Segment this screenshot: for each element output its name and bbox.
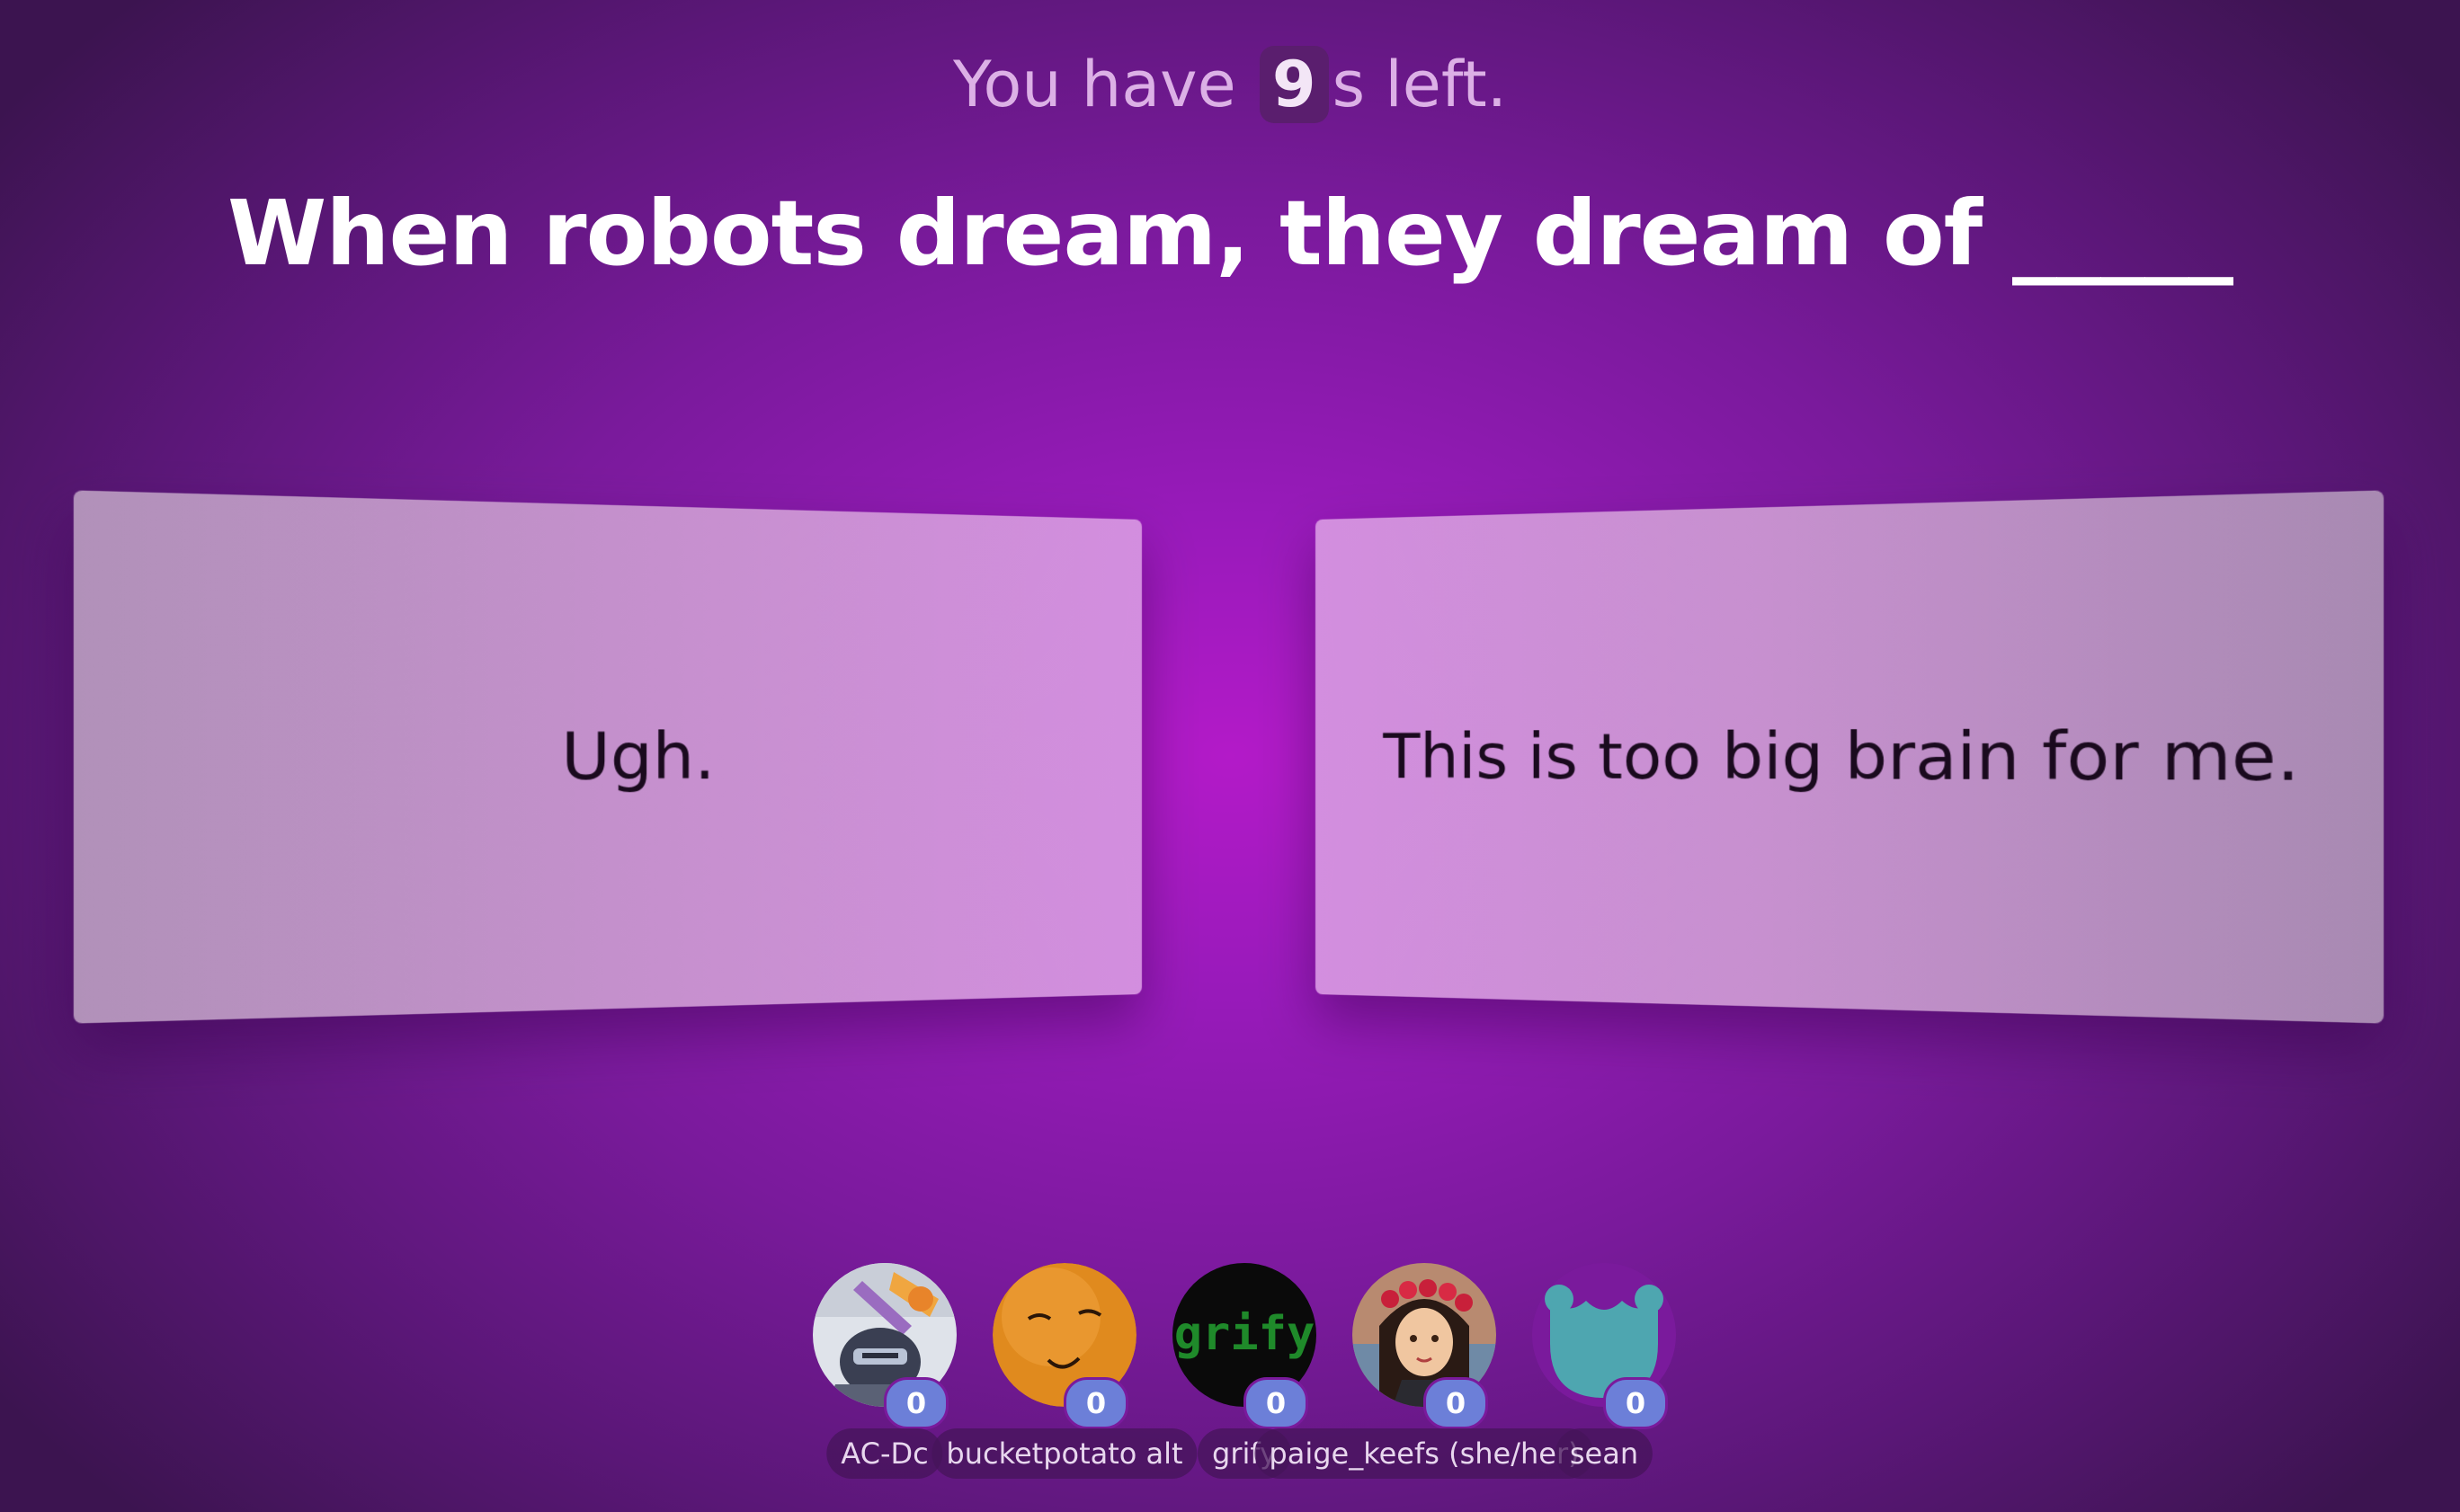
player-sean: 0 sean [1514, 1263, 1694, 1488]
answer-card-text: Ugh. [561, 718, 716, 796]
player-score-badge: 0 [1064, 1377, 1128, 1429]
player-score-badge: 0 [884, 1377, 949, 1429]
answer-card-left[interactable]: Ugh. [73, 490, 1142, 1024]
player-score-badge: 0 [1423, 1377, 1488, 1429]
timer-suffix: s left. [1332, 48, 1507, 121]
player-name: AC-Dc [826, 1428, 943, 1479]
player-bucketpotato-alt: 0 bucketpotato alt [931, 1263, 1198, 1488]
player-score-badge: 0 [1603, 1377, 1668, 1429]
timer-prefix: You have [952, 48, 1236, 121]
prompt-question: When robots dream, they dream of _____ [227, 181, 2233, 286]
timer-text: You have 9s left. [0, 43, 2460, 126]
timer-seconds-badge: 9 [1259, 46, 1329, 123]
player-list: 0 AC-Dc 0 bucketpotato alt grify 0 grify [795, 1263, 1694, 1497]
player-name: sean [1555, 1428, 1653, 1479]
answer-card-text: This is too big brain for me. [1383, 717, 2300, 796]
player-paige-keefs: 0 paige_keefs (she/her) [1254, 1263, 1594, 1488]
player-score-badge: 0 [1243, 1377, 1308, 1429]
svg-text:grify: grify [1174, 1307, 1315, 1361]
answer-card-right[interactable]: This is too big brain for me. [1315, 490, 2384, 1024]
